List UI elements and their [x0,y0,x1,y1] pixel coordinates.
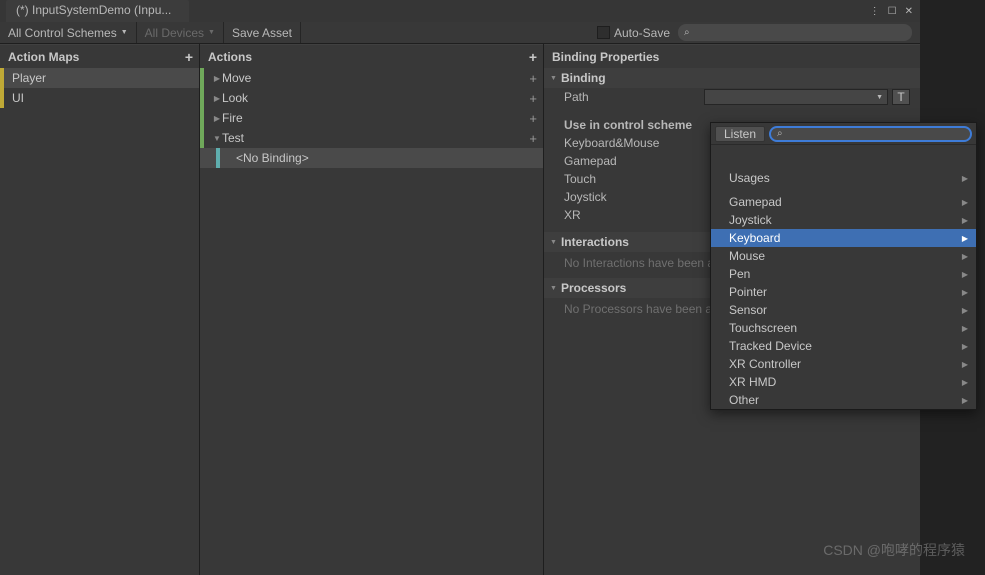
chevron-down-icon: ▼ [550,285,557,292]
chevron-right-icon: ▶ [962,216,968,225]
devices-dropdown[interactable]: All Devices ▼ [137,22,224,43]
chevron-down-icon: ▼ [550,239,557,246]
maximize-icon[interactable]: ☐ [885,4,900,19]
binding-item-nobinding[interactable]: <No Binding> [200,148,543,168]
listen-button[interactable]: Listen [715,126,765,142]
save-asset-button[interactable]: Save Asset [224,22,301,43]
popup-item-gamepad[interactable]: Gamepad▶ [711,193,976,211]
scheme-gamepad: Gamepad [564,154,714,168]
path-label: Path [564,90,714,104]
path-dropdown[interactable]: ▼ [704,89,888,105]
chevron-right-icon[interactable]: ▶ [212,74,222,83]
add-binding-button[interactable]: + [529,131,537,146]
action-map-item-player[interactable]: Player [0,68,199,88]
action-item-test[interactable]: ▼ Test + [200,128,543,148]
search-icon: ⌕ [684,27,690,38]
add-binding-button[interactable]: + [529,111,537,126]
scheme-joystick: Joystick [564,190,714,204]
popup-item-joystick[interactable]: Joystick▶ [711,211,976,229]
binding-foldout[interactable]: ▼ Binding [544,68,920,88]
scheme-touch: Touch [564,172,714,186]
popup-item-other[interactable]: Other▶ [711,391,976,409]
popup-item-xr-controller[interactable]: XR Controller▶ [711,355,976,373]
action-item-move[interactable]: ▶ Move + [200,68,543,88]
chevron-right-icon: ▶ [962,174,968,183]
popup-search-input[interactable]: ⌕ [769,126,972,142]
chevron-right-icon: ▶ [962,396,968,405]
chevron-right-icon: ▶ [962,198,968,207]
action-map-item-ui[interactable]: UI [0,88,199,108]
context-menu-icon[interactable]: ⋮ [867,4,883,19]
action-item-look[interactable]: ▶ Look + [200,88,543,108]
chevron-right-icon: ▶ [962,378,968,387]
binding-properties-header: Binding Properties [544,44,920,68]
popup-item-pen[interactable]: Pen▶ [711,265,976,283]
auto-save-checkbox[interactable] [597,26,610,39]
use-in-scheme-label: Use in control scheme [564,118,714,132]
action-item-fire[interactable]: ▶ Fire + [200,108,543,128]
chevron-right-icon: ▶ [962,306,968,315]
color-stripe [0,68,4,88]
window-tab[interactable]: (*) InputSystemDemo (Inpu... [6,0,189,22]
close-icon[interactable]: ✕ [902,4,916,19]
chevron-right-icon: ▶ [962,288,968,297]
popup-item-sensor[interactable]: Sensor▶ [711,301,976,319]
chevron-right-icon: ▶ [962,360,968,369]
chevron-right-icon: ▶ [962,234,968,243]
auto-save-label: Auto-Save [614,26,670,40]
control-schemes-dropdown[interactable]: All Control Schemes ▼ [0,22,137,43]
chevron-right-icon: ▶ [962,324,968,333]
scheme-keyboard-mouse: Keyboard&Mouse [564,136,714,150]
chevron-down-icon: ▼ [876,94,883,101]
add-action-button[interactable]: + [529,49,537,65]
path-text-toggle[interactable]: T [892,89,910,105]
chevron-right-icon: ▶ [962,342,968,351]
add-binding-button[interactable]: + [529,91,537,106]
popup-search-field[interactable] [783,128,964,140]
action-maps-header: Action Maps + [0,44,199,68]
chevron-down-icon: ▼ [208,29,215,36]
popup-item-usages[interactable]: Usages ▶ [711,169,976,187]
search-input[interactable]: ⌕ [678,24,912,41]
watermark: CSDN @咆哮的程序猿 [823,540,965,560]
popup-item-tracked-device[interactable]: Tracked Device▶ [711,337,976,355]
popup-item-keyboard[interactable]: Keyboard▶ [711,229,976,247]
popup-item-xr-hmd[interactable]: XR HMD▶ [711,373,976,391]
toolbar: All Control Schemes ▼ All Devices ▼ Save… [0,22,920,44]
popup-item-mouse[interactable]: Mouse▶ [711,247,976,265]
chevron-down-icon[interactable]: ▼ [212,134,222,143]
chevron-right-icon[interactable]: ▶ [212,114,222,123]
scheme-xr: XR [564,208,714,222]
actions-header: Actions + [200,44,543,68]
popup-item-touchscreen[interactable]: Touchscreen▶ [711,319,976,337]
path-picker-popup: Listen ⌕ Usages ▶ Gamepad▶Joystick▶Keybo… [710,122,977,410]
color-stripe [0,88,4,108]
add-action-map-button[interactable]: + [185,49,193,65]
chevron-right-icon: ▶ [962,252,968,261]
chevron-down-icon: ▼ [121,29,128,36]
chevron-down-icon: ▼ [550,75,557,82]
chevron-right-icon[interactable]: ▶ [212,94,222,103]
add-binding-button[interactable]: + [529,71,537,86]
tab-title: (*) InputSystemDemo (Inpu... [16,3,171,17]
popup-item-pointer[interactable]: Pointer▶ [711,283,976,301]
title-bar: (*) InputSystemDemo (Inpu... ⋮ ☐ ✕ [0,0,920,22]
chevron-right-icon: ▶ [962,270,968,279]
